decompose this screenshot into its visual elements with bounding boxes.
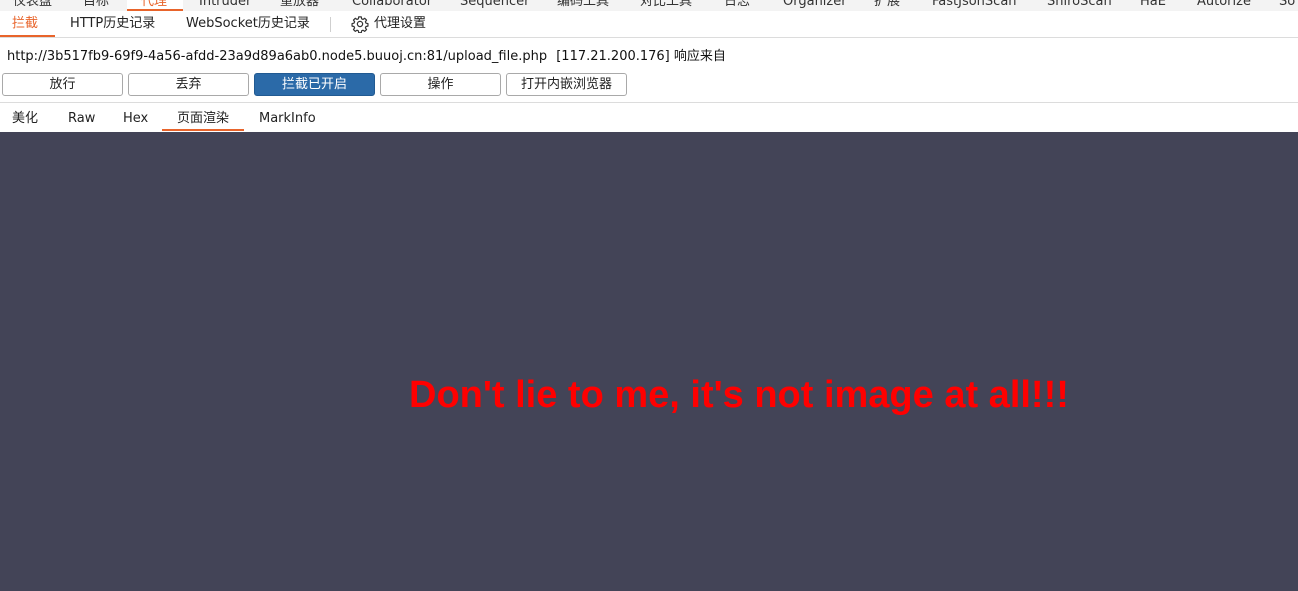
tool-tab-organizer[interactable]: Organizer [783,0,847,11]
tab-markinfo[interactable]: MarkInfo [259,103,316,132]
tool-tab-extensions[interactable]: 扩展 [874,0,900,11]
burp-suite-window: 仪表盘 目标 代理 Intruder 重放器 Collaborator Sequ… [0,0,1298,591]
tool-tab-autorize[interactable]: Autorize [1197,0,1251,11]
render-view[interactable]: Don't lie to me, it's not image at all!!… [0,132,1298,591]
tool-tab-sequencer[interactable]: Sequencer [460,0,529,11]
tab-websocket-history[interactable]: WebSocket历史记录 [186,11,310,37]
tab-separator [330,17,331,32]
tool-tab-logger[interactable]: 日志 [724,0,750,11]
gear-icon[interactable] [351,15,369,33]
tab-intercept-underline [0,35,55,37]
tab-render[interactable]: 页面渲染 [177,103,229,132]
tool-tab-proxy[interactable]: 代理 [141,0,167,11]
open-browser-button[interactable]: 打开内嵌浏览器 [506,73,627,96]
rendered-message: Don't lie to me, it's not image at all!!… [409,374,1069,416]
tool-tab-overflow[interactable]: So [1279,0,1295,11]
tool-tab-decoder[interactable]: 编码工具 [557,0,609,11]
tab-hex[interactable]: Hex [123,103,148,132]
tab-intercept[interactable]: 拦截 [12,11,38,37]
tab-http-history[interactable]: HTTP历史记录 [70,11,155,37]
tool-tab-repeater[interactable]: 重放器 [280,0,319,11]
message-editor-tab-bar: 美化 Raw Hex 页面渲染 MarkInfo [0,103,1298,132]
tool-tab-hae[interactable]: HaE [1140,0,1166,11]
request-ip: [117.21.200.176] [556,49,670,64]
tool-tab-intruder[interactable]: Intruder [199,0,251,11]
forward-button[interactable]: 放行 [2,73,123,96]
response-from-label: 响应来自 [673,49,726,64]
tab-proxy-settings[interactable]: 代理设置 [374,11,426,37]
tool-tab-comparer[interactable]: 对比工具 [640,0,692,11]
tool-tab-dashboard[interactable]: 仪表盘 [13,0,52,11]
request-url: http://3b517fb9-69f9-4a56-afdd-23a9d89a6… [7,49,548,64]
proxy-sub-tab-bar: 拦截 HTTP历史记录 WebSocket历史记录 代理设置 [0,11,1298,38]
drop-button[interactable]: 丢弃 [128,73,249,96]
tab-render-underline [162,129,244,131]
tool-tab-fastjsonscan[interactable]: FastJsonScan [932,0,1017,11]
tool-tab-target[interactable]: 目标 [83,0,109,11]
intercept-request-info: http://3b517fb9-69f9-4a56-afdd-23a9d89a6… [7,48,726,66]
intercept-toggle-button[interactable]: 拦截已开启 [254,73,375,96]
tool-tab-collaborator[interactable]: Collaborator [352,0,432,11]
action-button[interactable]: 操作 [380,73,501,96]
tab-pretty[interactable]: 美化 [12,103,38,132]
tab-raw[interactable]: Raw [68,103,95,132]
tool-tab-shiroscan[interactable]: ShiroScan [1047,0,1112,11]
